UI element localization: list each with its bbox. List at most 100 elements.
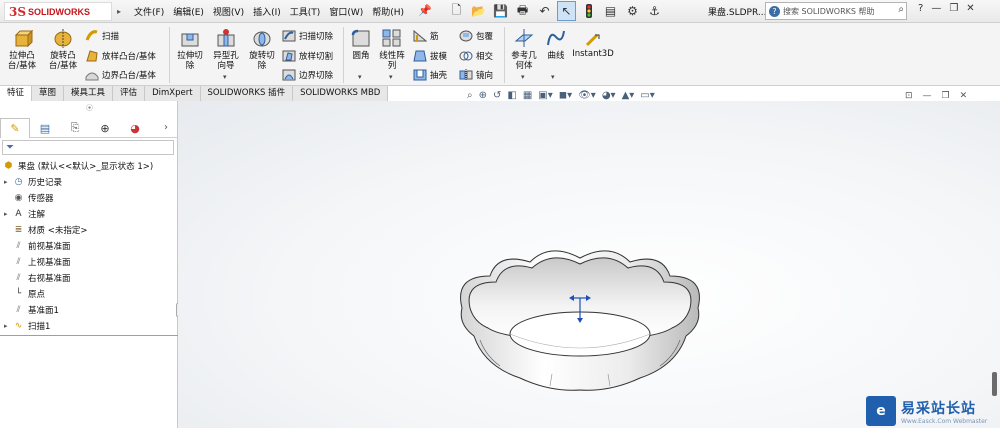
boundary-cut-button[interactable]: 边界切除 bbox=[282, 68, 333, 81]
view-settings-icon[interactable]: ▭▾ bbox=[640, 90, 654, 101]
expand-icon[interactable]: ▸ bbox=[4, 210, 12, 218]
lofted-cut-button[interactable]: 放样切割 bbox=[282, 49, 333, 62]
fruit-bowl-model[interactable] bbox=[440, 236, 720, 396]
dimxpert-manager-tab-icon[interactable]: ⊕ bbox=[90, 118, 120, 138]
menu-window[interactable]: 窗口(W) bbox=[329, 5, 363, 18]
display-manager-tab-icon[interactable]: ◕ bbox=[120, 118, 150, 138]
minimize-icon[interactable]: — bbox=[931, 3, 941, 14]
expand-icon[interactable]: ▸ bbox=[4, 322, 12, 330]
linear-pattern-dropdown-icon[interactable]: ▾ bbox=[389, 73, 393, 81]
panel-grip-icon[interactable]: ⦿ bbox=[86, 103, 93, 113]
help-search-input[interactable]: ? 搜索 SOLIDWORKS 帮助 ⌕ bbox=[765, 2, 907, 20]
draft-button[interactable]: 拔模 bbox=[413, 49, 447, 62]
expand-icon[interactable]: ▸ bbox=[4, 178, 12, 186]
edit-appearance-icon[interactable]: ◕▾ bbox=[602, 90, 616, 101]
viewport-close-icon[interactable]: ✕ bbox=[960, 91, 968, 101]
new-icon[interactable]: 🗋 bbox=[447, 1, 466, 21]
tree-item-front-plane[interactable]: ⫽ 前视基准面 bbox=[4, 238, 70, 253]
hide-show-items-icon[interactable]: 👁▾ bbox=[578, 90, 596, 101]
viewport-expand-icon[interactable]: ⊡ bbox=[905, 91, 913, 101]
tree-item-sweep1[interactable]: ▸ ∿ 扫描1 bbox=[4, 318, 50, 333]
anchor-icon[interactable]: ⚓ bbox=[645, 1, 664, 21]
rollback-bar[interactable] bbox=[0, 335, 178, 336]
tree-filter[interactable]: ⏷ bbox=[2, 140, 174, 155]
close-icon[interactable]: ✕ bbox=[966, 3, 974, 14]
select-arrow-icon[interactable]: ↖ bbox=[557, 1, 576, 21]
logo-flyout-icon[interactable]: ▸ bbox=[117, 7, 121, 16]
tree-root-part[interactable]: ⬢ 果盘 (默认<<默认>_显示状态 1>) bbox=[2, 158, 154, 173]
tab-evaluate[interactable]: 评估 bbox=[113, 86, 146, 101]
tree-item-material[interactable]: ≣ 材质 <未指定> bbox=[4, 222, 88, 237]
view-orientation-icon[interactable]: ▣▾ bbox=[538, 90, 552, 101]
tree-item-plane1[interactable]: ⫽ 基准面1 bbox=[4, 302, 58, 317]
tree-item-sensors[interactable]: ◉ 传感器 bbox=[4, 190, 54, 205]
tree-item-origin[interactable]: └ 原点 bbox=[4, 286, 45, 301]
fillet-button[interactable]: 圆角 bbox=[347, 27, 375, 61]
rib-button[interactable]: 筋 bbox=[413, 29, 439, 42]
tab-solidworks-mbd[interactable]: SOLIDWORKS MBD bbox=[293, 86, 389, 101]
save-icon[interactable]: 💾 bbox=[491, 1, 510, 21]
dynamic-annotation-icon[interactable]: ▦ bbox=[523, 90, 532, 101]
menu-file[interactable]: 文件(F) bbox=[134, 5, 164, 18]
tree-item-history[interactable]: ▸ ◷ 历史记录 bbox=[4, 174, 62, 189]
linear-pattern-button[interactable]: 线性阵 列 bbox=[376, 27, 408, 71]
instant3d-button[interactable]: Instant3D bbox=[572, 33, 614, 59]
viewport-restore-icon[interactable]: ❐ bbox=[942, 91, 950, 101]
graphics-scroll-indicator[interactable] bbox=[992, 372, 997, 396]
tab-sketch[interactable]: 草图 bbox=[32, 86, 65, 101]
extrude-boss-button[interactable]: 拉伸凸 台/基体 bbox=[4, 27, 40, 71]
mirror-button[interactable]: 镜向 bbox=[459, 68, 493, 81]
panel-more-icon[interactable]: › bbox=[164, 118, 178, 137]
undo-icon[interactable]: ↶ bbox=[535, 1, 554, 21]
search-icon[interactable]: ⌕ bbox=[898, 4, 904, 15]
print-icon[interactable]: 🖶 bbox=[513, 1, 532, 21]
hole-wizard-button[interactable]: 异型孔 向导 bbox=[208, 27, 244, 71]
tab-solidworks-addins[interactable]: SOLIDWORKS 插件 bbox=[200, 86, 294, 101]
revolve-boss-button[interactable]: 旋转凸 台/基体 bbox=[44, 27, 82, 71]
revolve-cut-button[interactable]: 旋转切 除 bbox=[245, 27, 279, 71]
previous-view-icon[interactable]: ↺ bbox=[493, 90, 501, 101]
display-style-icon[interactable]: ◼▾ bbox=[559, 90, 572, 101]
boundary-boss-button[interactable]: 边界凸台/基体 bbox=[85, 68, 156, 81]
curves-button[interactable]: 曲线 bbox=[542, 27, 570, 61]
reference-geometry-button[interactable]: 参考几 何体 bbox=[508, 27, 540, 71]
gear-icon[interactable]: ⚙ bbox=[623, 1, 642, 21]
restore-icon[interactable]: ❐ bbox=[949, 3, 958, 14]
tree-item-right-plane[interactable]: ⫽ 右视基准面 bbox=[4, 270, 70, 285]
swept-cut-button[interactable]: 扫描切除 bbox=[282, 29, 333, 42]
menu-insert[interactable]: 插入(I) bbox=[253, 5, 281, 18]
feature-manager-tab-icon[interactable]: ✎ bbox=[0, 118, 30, 138]
open-icon[interactable]: 📂 bbox=[469, 1, 488, 21]
traffic-light-icon[interactable] bbox=[579, 1, 598, 21]
zoom-to-area-icon[interactable]: ⊕ bbox=[479, 90, 487, 101]
options-icon[interactable]: ▤ bbox=[601, 1, 620, 21]
sweep-button[interactable]: 扫描 bbox=[85, 29, 119, 42]
tab-features[interactable]: 特征 bbox=[0, 86, 33, 101]
property-manager-tab-icon[interactable]: ▤ bbox=[30, 118, 60, 138]
hole-wizard-dropdown-icon[interactable]: ▾ bbox=[223, 73, 227, 81]
graphics-area[interactable] bbox=[178, 101, 1000, 428]
loft-boss-button[interactable]: 放样凸台/基体 bbox=[85, 49, 156, 62]
menu-edit[interactable]: 编辑(E) bbox=[173, 5, 204, 18]
curves-dropdown-icon[interactable]: ▾ bbox=[551, 73, 555, 81]
menu-help[interactable]: 帮助(H) bbox=[372, 5, 404, 18]
apply-scene-icon[interactable]: ▲▾ bbox=[622, 90, 635, 101]
menu-view[interactable]: 视图(V) bbox=[213, 5, 244, 18]
tree-item-annotations[interactable]: ▸ A 注解 bbox=[4, 206, 45, 221]
question-icon[interactable]: ? bbox=[918, 3, 923, 14]
intersect-button[interactable]: 相交 bbox=[459, 49, 493, 62]
viewport-minimize-icon[interactable]: — bbox=[923, 91, 932, 101]
section-view-icon[interactable]: ◧ bbox=[507, 90, 516, 101]
configuration-manager-tab-icon[interactable]: ⎘ bbox=[60, 118, 90, 138]
zoom-to-fit-icon[interactable]: ⌕ bbox=[467, 90, 473, 101]
extrude-cut-button[interactable]: 拉伸切 除 bbox=[173, 27, 207, 71]
reference-geometry-dropdown-icon[interactable]: ▾ bbox=[521, 73, 525, 81]
tree-item-top-plane[interactable]: ⫽ 上视基准面 bbox=[4, 254, 70, 269]
solidworks-logo[interactable]: 3S SOLIDWORKS ▸ bbox=[4, 2, 121, 21]
wrap-button[interactable]: 包覆 bbox=[459, 29, 493, 42]
pin-icon[interactable]: 📌 bbox=[418, 4, 432, 17]
menu-tools[interactable]: 工具(T) bbox=[290, 5, 321, 18]
shell-button[interactable]: 抽壳 bbox=[413, 68, 447, 81]
tab-dimxpert[interactable]: DimXpert bbox=[145, 86, 201, 101]
tab-mold-tools[interactable]: 模具工具 bbox=[64, 86, 114, 101]
